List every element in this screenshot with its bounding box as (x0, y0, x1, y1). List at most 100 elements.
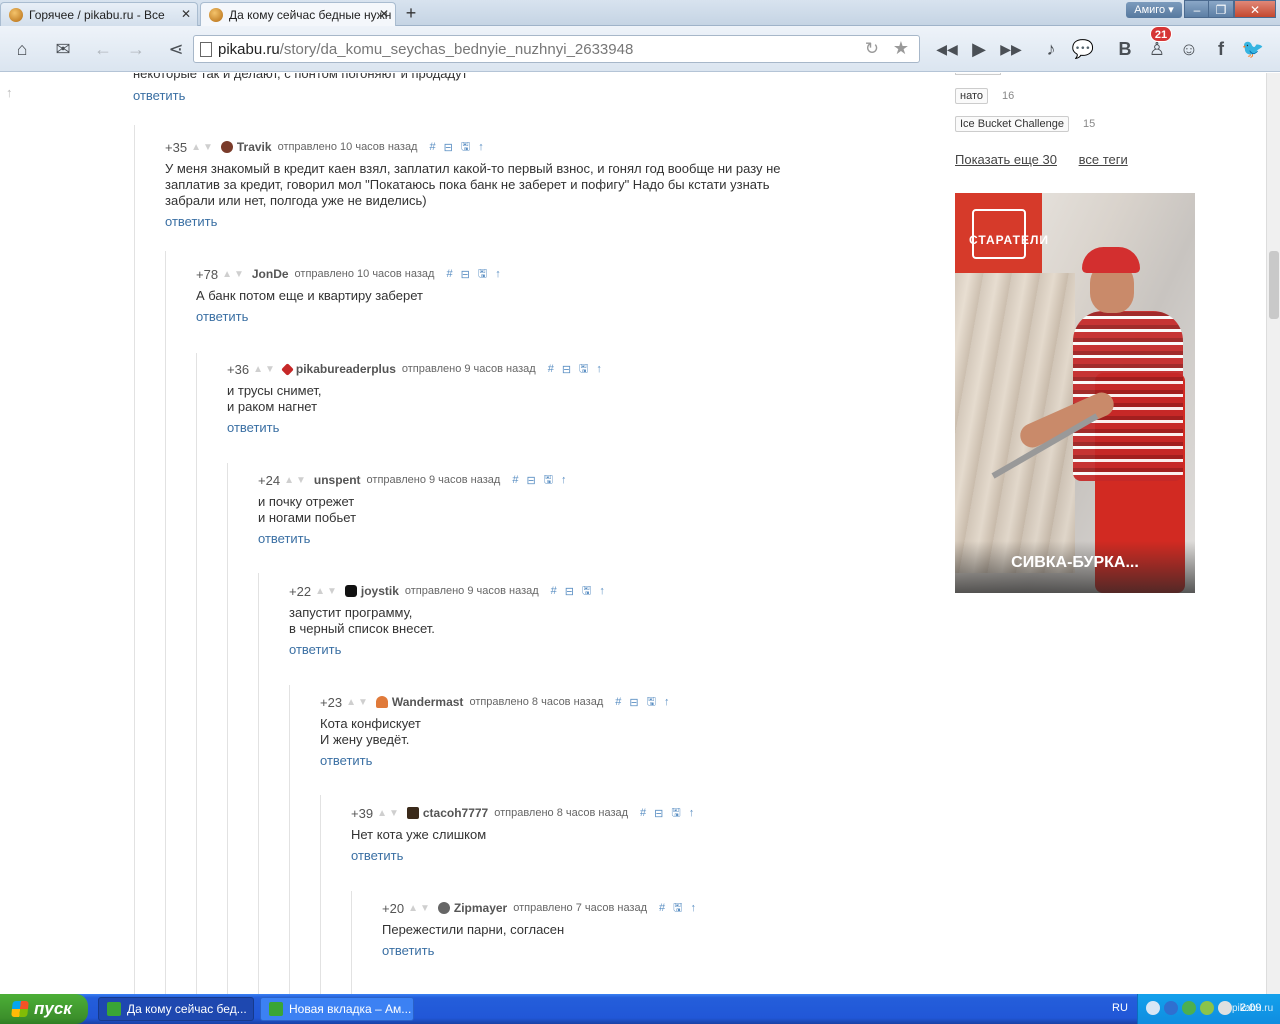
parent-up-icon[interactable]: ↑ (599, 585, 605, 597)
security-tray-icon[interactable] (1182, 1001, 1196, 1015)
new-tab-button[interactable]: + (398, 3, 424, 25)
vote-arrows[interactable]: ▲▼ (315, 586, 339, 597)
restore-button[interactable]: ❐ (1208, 0, 1234, 18)
volume-tray-icon[interactable] (1218, 1001, 1232, 1015)
start-button[interactable]: пуск (0, 994, 88, 1024)
twitter-icon[interactable]: 🐦 (1238, 34, 1268, 64)
collapse-icon[interactable]: ⊟ (461, 268, 470, 281)
save-icon[interactable]: 🖫 (478, 265, 487, 284)
permalink-icon[interactable]: # (548, 363, 554, 375)
reply-link[interactable]: ответить (258, 531, 310, 546)
home-icon[interactable]: ⌂ (7, 34, 37, 64)
collapse-icon[interactable]: ⊟ (565, 585, 574, 598)
bookmark-star-icon[interactable]: ★ (893, 38, 909, 59)
permalink-icon[interactable]: # (429, 141, 435, 153)
reload-icon[interactable]: ↻ (865, 39, 879, 59)
comment-author[interactable]: pikabureaderplus (296, 362, 396, 376)
parent-up-icon[interactable]: ↑ (691, 902, 697, 914)
back-tray-icon[interactable] (1146, 1001, 1160, 1015)
taskbar-item-browser[interactable]: Да кому сейчас бед... (98, 997, 254, 1021)
collapse-icon[interactable]: ⊟ (562, 363, 571, 376)
parent-up-icon[interactable]: ↑ (664, 696, 670, 708)
save-icon[interactable]: 🖫 (673, 899, 682, 918)
tab-hot[interactable]: Горячее / pikabu.ru - Все ✕ (0, 2, 198, 26)
close-window-button[interactable]: ✕ (1234, 0, 1276, 18)
back-icon[interactable]: ← (88, 34, 118, 64)
vote-arrows[interactable]: ▲▼ (253, 364, 277, 375)
save-icon[interactable]: 🖫 (671, 804, 680, 823)
reply-link[interactable]: ответить (133, 88, 185, 103)
parent-up-icon[interactable]: ↑ (689, 807, 695, 819)
comment-author[interactable]: Travik (237, 140, 272, 154)
page-scrollbar[interactable] (1266, 73, 1280, 994)
reply-link[interactable]: ответить (165, 214, 217, 229)
permalink-icon[interactable]: # (640, 807, 646, 819)
advertisement-banner[interactable]: СТАРАТЕЛИ СИВКА-БУРКА... (955, 193, 1195, 593)
vote-arrows[interactable]: ▲▼ (284, 475, 308, 486)
save-icon[interactable]: 🖫 (647, 693, 656, 712)
comment-author[interactable]: ctacoh7777 (423, 806, 488, 820)
language-indicator[interactable]: RU (1112, 1002, 1128, 1014)
permalink-icon[interactable]: # (551, 585, 557, 597)
chat-icon[interactable]: 💬 (1068, 34, 1098, 64)
mail-icon[interactable]: ✉ (48, 34, 78, 64)
save-icon[interactable]: 🖫 (544, 471, 553, 490)
close-tab-icon[interactable]: ✕ (379, 7, 389, 21)
collapse-icon[interactable]: ⊟ (629, 696, 638, 709)
vk-icon[interactable]: В (1110, 34, 1140, 64)
network-tray-icon[interactable] (1200, 1001, 1214, 1015)
vote-arrows[interactable]: ▲▼ (377, 808, 401, 819)
collapse-icon[interactable]: ⊟ (444, 141, 453, 154)
scroll-up-icon[interactable]: ↑ (6, 85, 13, 100)
tab-story[interactable]: Да кому сейчас бедные нужн ✕ (200, 2, 396, 26)
permalink-icon[interactable]: # (659, 902, 665, 914)
reply-link[interactable]: ответить (289, 642, 341, 657)
play-icon[interactable]: ▶ (964, 34, 994, 64)
permalink-icon[interactable]: # (446, 268, 452, 280)
taskbar-item-newtab[interactable]: Новая вкладка – Ам... (260, 997, 414, 1021)
scrollbar-thumb[interactable] (1269, 251, 1279, 319)
save-icon[interactable]: 🖫 (582, 582, 591, 601)
vote-arrows[interactable]: ▲▼ (222, 269, 246, 280)
collapse-icon[interactable]: ⊟ (526, 474, 535, 487)
parent-up-icon[interactable]: ↑ (561, 474, 567, 486)
comment-author[interactable]: unspent (314, 473, 361, 487)
vote-arrows[interactable]: ▲▼ (408, 903, 432, 914)
reply-link[interactable]: ответить (351, 848, 403, 863)
forward-icon[interactable]: → (121, 34, 151, 64)
parent-up-icon[interactable]: ↑ (495, 268, 501, 280)
url-text[interactable]: pikabu.ru/story/da_komu_seychas_bednyie_… (218, 41, 633, 58)
rewind-icon[interactable]: ◀◀ (932, 34, 962, 64)
comment-author[interactable]: joystik (361, 584, 399, 598)
minimize-button[interactable]: – (1184, 0, 1210, 18)
parent-up-icon[interactable]: ↑ (596, 363, 602, 375)
close-tab-icon[interactable]: ✕ (181, 7, 191, 21)
comment-author[interactable]: JonDe (252, 267, 289, 281)
reply-link[interactable]: ответить (227, 420, 279, 435)
comment-author[interactable]: Zipmayer (454, 901, 507, 915)
share-icon[interactable]: ⋖ (161, 34, 191, 64)
collapse-icon[interactable]: ⊟ (654, 807, 663, 820)
profile-menu-button[interactable]: Амиго ▾ (1126, 2, 1182, 18)
permalink-icon[interactable]: # (615, 696, 621, 708)
vote-arrows[interactable]: ▲▼ (346, 697, 370, 708)
download-tray-icon[interactable] (1164, 1001, 1178, 1015)
reply-link[interactable]: ответить (196, 309, 248, 324)
show-more-tags-link[interactable]: Показать еще 30 (955, 152, 1057, 167)
save-icon[interactable]: 🖫 (461, 138, 470, 157)
comment-author[interactable]: Wandermast (392, 695, 464, 709)
parent-up-icon[interactable]: ↑ (478, 141, 484, 153)
vote-arrows[interactable]: ▲▼ (191, 142, 215, 153)
music-icon[interactable]: ♪ (1036, 34, 1066, 64)
address-bar[interactable]: pikabu.ru/story/da_komu_seychas_bednyie_… (193, 35, 920, 63)
permalink-icon[interactable]: # (512, 474, 518, 486)
moimir-icon[interactable]: ☺ (1174, 34, 1204, 64)
reply-link[interactable]: ответить (382, 943, 434, 958)
all-tags-link[interactable]: все теги (1079, 152, 1128, 167)
tag-link[interactable]: нато (955, 88, 988, 104)
fast-forward-icon[interactable]: ▶▶ (996, 34, 1026, 64)
tag-link[interactable]: Ice Bucket Challenge (955, 116, 1069, 132)
reply-link[interactable]: ответить (320, 753, 372, 768)
save-icon[interactable]: 🖫 (579, 360, 588, 379)
facebook-icon[interactable]: f (1206, 34, 1236, 64)
